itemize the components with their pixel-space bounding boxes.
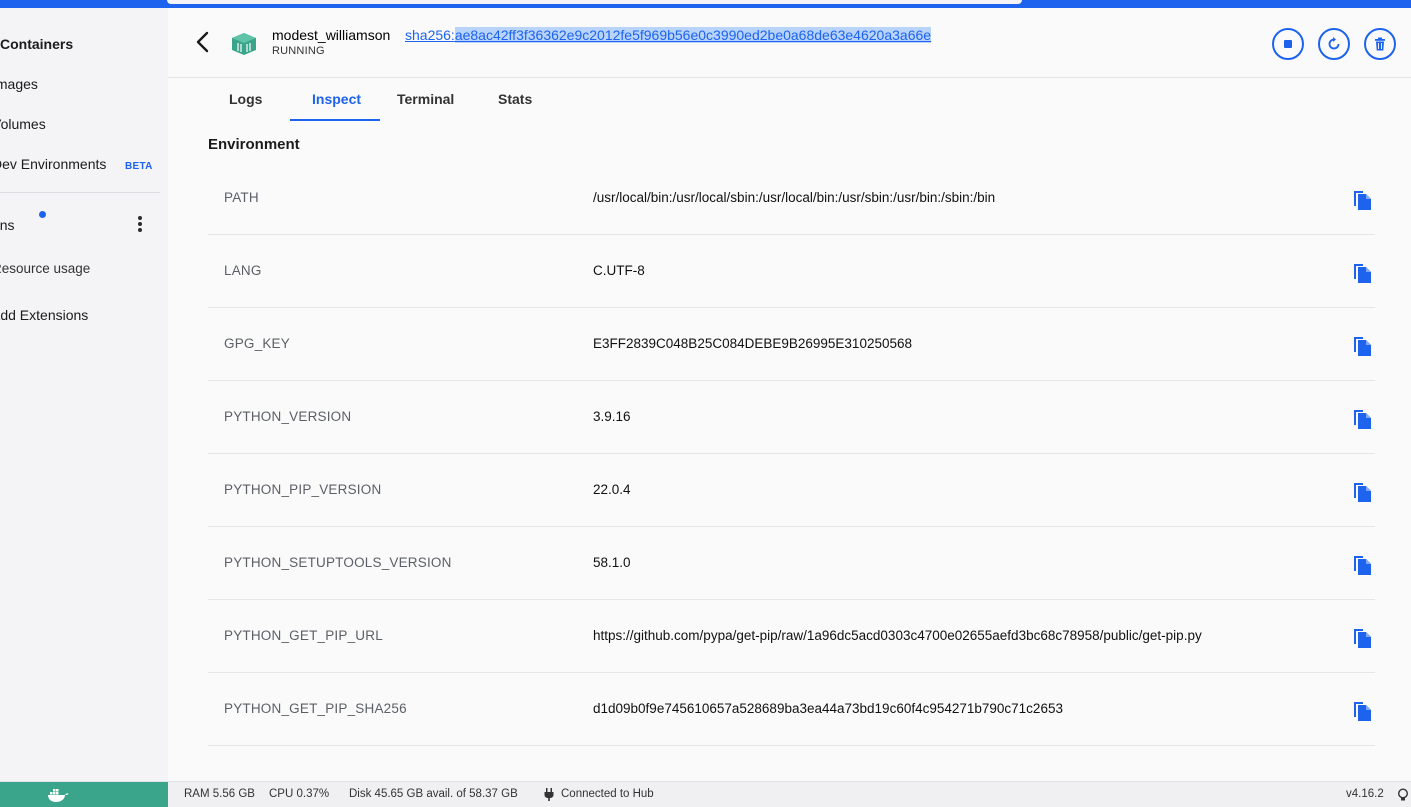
sidebar-divider <box>0 192 160 193</box>
cpu-usage: CPU 0.37% <box>269 788 330 800</box>
version-label: v4.16.2 <box>1346 788 1384 800</box>
env-value: 22.0.4 <box>593 482 631 497</box>
container-name: modest_williamson <box>272 27 391 43</box>
hash-prefix: sha256: <box>405 27 455 43</box>
container-status: RUNNING <box>272 45 325 57</box>
top-accent-bar <box>0 0 1411 8</box>
env-row: PYTHON_PIP_VERSION 22.0.4 <box>208 454 1375 527</box>
docker-menu-button[interactable] <box>0 782 168 807</box>
sidebar-item-label: Volumes <box>0 116 46 132</box>
beta-badge: BETA <box>125 161 153 172</box>
env-row: GPG_KEY E3FF2839C048B25C084DEBE9B26995E31… <box>208 308 1375 381</box>
more-options-icon[interactable] <box>134 216 146 234</box>
env-row: LANG C.UTF-8 <box>208 235 1375 308</box>
sidebar-item-resource-usage[interactable]: Resource usage <box>0 261 90 276</box>
copy-icon[interactable] <box>1352 334 1374 358</box>
status-bar: RAM 5.56 GB CPU 0.37% Disk 45.65 GB avai… <box>0 781 1411 807</box>
copy-icon[interactable] <box>1352 480 1374 504</box>
env-row: PYTHON_GET_PIP_URL https://github.com/pyp… <box>208 600 1375 673</box>
env-key: PATH <box>224 190 259 205</box>
env-key: PYTHON_GET_PIP_SHA256 <box>224 701 407 716</box>
sidebar-item-label: Add Extensions <box>0 307 89 323</box>
copy-icon[interactable] <box>1352 261 1374 285</box>
copy-icon[interactable] <box>1352 188 1374 212</box>
plug-icon <box>544 788 554 801</box>
tab-bar: Logs Inspect Terminal Stats <box>168 79 1411 121</box>
stop-icon <box>1284 40 1292 48</box>
environment-table: PATH/usr/local/bin:/usr/local/sbin:/usr/… <box>208 162 1375 746</box>
env-value: C.UTF-8 <box>593 263 645 278</box>
sidebar-item-label: Extensions <box>0 217 15 233</box>
tab-stats[interactable]: Stats <box>498 91 532 107</box>
back-arrow-icon[interactable] <box>194 30 212 54</box>
sidebar-item-label: Images <box>0 76 38 92</box>
sidebar-item-label: Containers <box>0 36 74 52</box>
hub-connection-status: Connected to Hub <box>561 788 654 800</box>
restart-button[interactable] <box>1318 28 1350 60</box>
env-key: PYTHON_GET_PIP_URL <box>224 628 383 643</box>
env-value: /usr/local/bin:/usr/local/sbin:/usr/loca… <box>593 190 996 205</box>
ram-usage: RAM 5.56 GB <box>184 788 255 800</box>
docker-whale-icon <box>48 789 69 802</box>
sidebar-item-add-extensions[interactable]: Add Extensions <box>0 307 88 323</box>
sidebar-item-volumes[interactable]: Volumes <box>0 116 46 132</box>
notification-dot <box>39 211 46 218</box>
hash-value: ae8ac42ff3f36362e9c2012fe5f969b56e0c3990… <box>454 27 932 43</box>
delete-button[interactable] <box>1364 28 1396 60</box>
lightbulb-icon[interactable] <box>1396 788 1410 802</box>
sidebar-item-dev-environments[interactable]: Dev Environments <box>0 156 106 172</box>
sidebar-item-label: Dev Environments <box>0 156 107 172</box>
copy-icon[interactable] <box>1352 699 1374 723</box>
env-row: PATH/usr/local/bin:/usr/local/sbin:/usr/… <box>208 162 1375 235</box>
main-panel: modest_williamson RUNNING sha256:ae8ac42… <box>168 8 1411 781</box>
tab-terminal[interactable]: Terminal <box>397 91 454 107</box>
env-key: PYTHON_VERSION <box>224 409 352 424</box>
env-key: LANG <box>224 263 262 278</box>
env-key: PYTHON_PIP_VERSION <box>224 482 382 497</box>
container-icon <box>231 32 257 56</box>
env-row: PYTHON_SETUPTOOLS_VERSION 58.1.0 <box>208 527 1375 600</box>
env-row: PYTHON_GET_PIP_SHA256 d1d09b0f9e745610657… <box>208 673 1375 746</box>
delete-icon <box>1375 37 1385 51</box>
env-value: 58.1.0 <box>593 555 631 570</box>
copy-icon[interactable] <box>1352 553 1374 577</box>
sidebar-section-extensions[interactable]: Extensions <box>0 217 14 233</box>
env-value: https://github.com/pypa/get-pip/raw/1a96… <box>593 628 1202 643</box>
sidebar-item-containers[interactable]: Containers <box>0 36 73 52</box>
section-title-environment: Environment <box>208 136 300 153</box>
env-key: GPG_KEY <box>224 336 290 351</box>
disk-usage: Disk 45.65 GB avail. of 58.37 GB <box>349 788 518 800</box>
env-value: 3.9.16 <box>593 409 631 424</box>
sidebar: Containers Images Volumes Dev Environmen… <box>0 8 168 781</box>
sidebar-item-images[interactable]: Images <box>0 76 38 92</box>
active-tab-indicator <box>290 119 380 121</box>
tab-inspect[interactable]: Inspect <box>312 91 361 107</box>
env-value: d1d09b0f9e745610657a528689ba3ea44a73bd19… <box>593 701 1063 716</box>
copy-icon[interactable] <box>1352 626 1374 650</box>
tab-logs[interactable]: Logs <box>229 91 262 107</box>
restart-icon <box>1328 37 1340 50</box>
env-key: PYTHON_SETUPTOOLS_VERSION <box>224 555 452 570</box>
sidebar-item-label: Resource usage <box>0 261 91 276</box>
stop-button[interactable] <box>1272 28 1304 60</box>
copy-icon[interactable] <box>1352 407 1374 431</box>
container-header: modest_williamson RUNNING sha256:ae8ac42… <box>168 8 1411 78</box>
env-row: PYTHON_VERSION 3.9.16 <box>208 381 1375 454</box>
env-value: E3FF2839C048B25C084DEBE9B26995E310250568 <box>593 336 912 351</box>
container-hash-link[interactable]: sha256:ae8ac42ff3f36362e9c2012fe5f969b56… <box>405 27 932 43</box>
